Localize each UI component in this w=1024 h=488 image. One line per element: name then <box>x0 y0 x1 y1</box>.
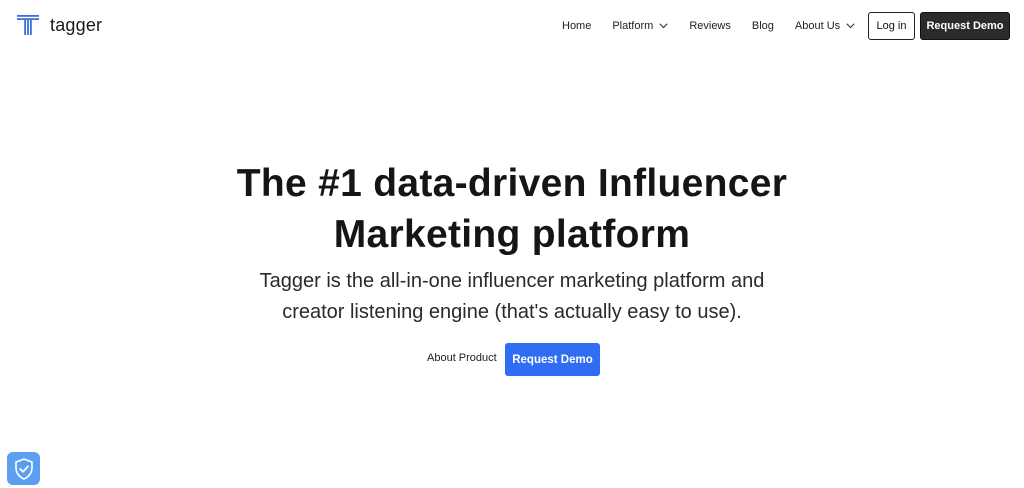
chevron-down-icon <box>846 23 855 29</box>
site-header: tagger Home Platform Reviews Blog About … <box>0 0 1024 52</box>
nav-item-reviews[interactable]: Reviews <box>689 20 731 32</box>
hero-subtitle: Tagger is the all-in-one influencer mark… <box>0 266 1024 328</box>
brand-logo[interactable]: tagger <box>16 13 102 37</box>
hero-request-demo-button[interactable]: Request Demo <box>505 343 600 376</box>
nav-item-label: Platform <box>612 20 654 32</box>
brand-name: tagger <box>50 14 103 35</box>
nav-item-label: About Us <box>794 20 841 32</box>
nav-item-label: Blog <box>751 20 774 32</box>
shield-check-icon <box>14 457 33 480</box>
privacy-shield-badge[interactable] <box>7 452 40 485</box>
nav-item-blog[interactable]: Blog <box>752 20 774 32</box>
hero-title-line: The #1 data-driven Influencer <box>236 162 788 205</box>
header-request-demo-button[interactable]: Request Demo <box>920 12 1010 40</box>
hero-subtitle-line: creator listening engine (that's actuall… <box>282 301 742 323</box>
hero-title-line: Marketing platform <box>333 213 691 256</box>
nav-item-about-us[interactable]: About Us <box>795 20 855 32</box>
nav-item-label: Home <box>562 20 592 32</box>
nav-item-label: Reviews <box>689 20 731 32</box>
login-button[interactable]: Log in <box>868 12 915 40</box>
tagger-t-logo-icon <box>17 15 39 35</box>
nav-item-home[interactable]: Home <box>562 20 591 32</box>
nav-item-platform[interactable]: Platform <box>612 20 668 32</box>
hero-subtitle-line: Tagger is the all-in-one influencer mark… <box>259 270 765 292</box>
main-nav: Home Platform Reviews Blog About Us <box>562 0 855 52</box>
hero-title: The #1 data-driven Influencer Marketing … <box>0 158 1024 260</box>
about-product-link[interactable]: About Product <box>427 352 497 364</box>
page: tagger Home Platform Reviews Blog About … <box>0 0 1024 488</box>
chevron-down-icon <box>659 23 668 29</box>
